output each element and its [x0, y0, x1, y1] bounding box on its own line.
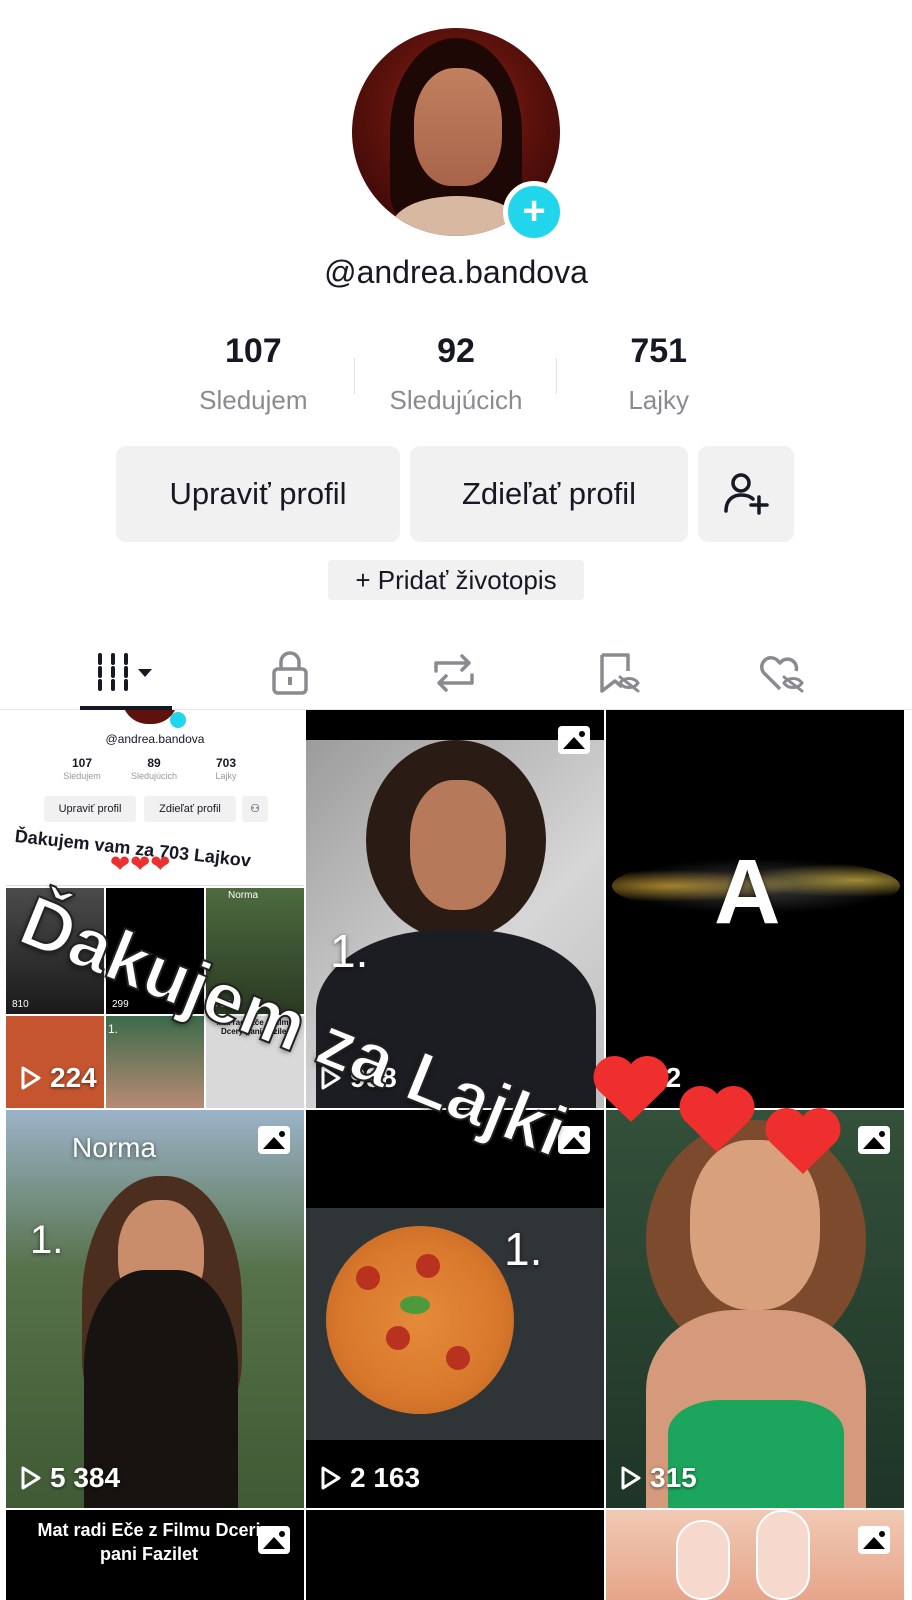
heart-icon: [679, 1085, 755, 1152]
mini-stat: 89 Sledujúcich: [118, 756, 190, 782]
play-icon: [21, 1466, 41, 1490]
video-tile-4[interactable]: Norma 1. 5 384: [6, 1110, 304, 1508]
stat-followers[interactable]: 92 Sledujúcich: [355, 332, 558, 416]
profile-username: @andrea.bandova: [324, 254, 588, 290]
photo-mode-icon: [258, 1126, 290, 1154]
lock-icon: [272, 650, 308, 695]
add-user-icon: [724, 473, 769, 515]
video-tile-7[interactable]: Mat radi Eče z Filmu Dceri pani Fazilet: [6, 1510, 304, 1600]
add-bio-button[interactable]: + Pridať životopis: [328, 560, 584, 600]
play-icon: [621, 1466, 641, 1490]
video-tile-8[interactable]: [306, 1510, 604, 1600]
mini-stat-value: 107: [71, 756, 93, 770]
play-icon: [21, 1066, 41, 1090]
tile-label: Norma: [72, 1132, 157, 1163]
pizza-shape: [326, 1226, 514, 1414]
following-label: Sledujem: [199, 385, 308, 415]
heart-icon: [765, 1107, 841, 1174]
pepperoni-icon: [356, 1266, 380, 1290]
mini-stat-label: Sledujem: [63, 771, 101, 781]
likes-count: 751: [630, 332, 688, 370]
liked-hidden-icon: [760, 655, 804, 692]
mini-stat-label: Lajky: [215, 771, 237, 781]
share-profile-button[interactable]: Zdieľať profil: [410, 446, 688, 542]
tab-liked[interactable]: [700, 636, 864, 709]
tab-videos[interactable]: [44, 636, 208, 710]
repost-icon: [434, 653, 474, 692]
tile-overlay-text: A: [714, 841, 781, 943]
add-friend-button[interactable]: [698, 446, 794, 542]
mini-thumb-overlay: 1.: [108, 1022, 119, 1036]
followers-count: 92: [437, 332, 475, 370]
stat-following[interactable]: 107 Sledujem: [152, 332, 355, 416]
nail-shape: [676, 1520, 730, 1600]
view-count-text: 5 384: [50, 1462, 121, 1493]
mini-add-user-icon: ⚇: [242, 796, 268, 822]
view-count-text: 315: [650, 1462, 697, 1493]
mini-stat: 107 Sledujem: [46, 756, 118, 782]
followers-label: Sledujúcich: [389, 385, 523, 415]
photo-mode-icon: [558, 726, 590, 754]
mini-thumb: 1.: [106, 1016, 204, 1108]
add-avatar-plus-icon[interactable]: +: [503, 181, 565, 243]
view-count: 315: [620, 1462, 697, 1494]
pepperoni-icon: [386, 1326, 410, 1350]
tile-overlay-text: 1.: [330, 925, 369, 977]
tab-favorites[interactable]: [536, 636, 700, 709]
play-icon: [321, 1466, 341, 1490]
mini-thumb-label: Norma: [228, 890, 259, 901]
video-tile-6[interactable]: 315: [606, 1110, 904, 1508]
view-count: 5 384: [20, 1462, 120, 1494]
photo-mode-icon: [258, 1526, 290, 1554]
mini-stat: 703 Lajky: [190, 756, 262, 782]
pepperoni-icon: [446, 1346, 470, 1370]
tab-reposts[interactable]: [372, 636, 536, 709]
mini-stats: 107 Sledujem 89 Sledujúcich 703 Lajky: [46, 756, 262, 782]
mini-avatar-plus-icon: [170, 712, 186, 728]
tile-caption: Mat radi Eče z Filmu Dceri pani Fazilet: [37, 1520, 261, 1564]
tile-overlay-text: 1.: [504, 1223, 543, 1275]
edit-profile-button[interactable]: Upraviť profil: [116, 446, 400, 542]
mini-username: @andrea.bandova: [105, 732, 205, 746]
heart-icon: [593, 1055, 669, 1122]
photo-mode-icon: [858, 1526, 890, 1554]
video-tile-5[interactable]: 1. 2 163: [306, 1110, 604, 1508]
tab-private[interactable]: [208, 636, 372, 709]
photo-mode-icon: [858, 1126, 890, 1154]
avatar-face: [414, 68, 502, 186]
following-count: 107: [224, 332, 282, 370]
tile-face: [410, 780, 506, 910]
mini-stat-value: 703: [215, 756, 237, 770]
favorites-hidden-icon: [600, 652, 640, 693]
view-count-text: 2 163: [350, 1462, 421, 1493]
stat-likes[interactable]: 751 Lajky: [557, 332, 760, 416]
videos-icon: [98, 652, 152, 693]
mini-share-button: Zdieľať profil: [144, 796, 236, 822]
profile-tabs: [0, 636, 912, 710]
view-count: 2 163: [320, 1462, 420, 1494]
mini-stat-value: 89: [147, 756, 161, 770]
basil-icon: [400, 1296, 430, 1314]
profile-stats: 107 Sledujem 92 Sledujúcich 751 Lajky: [152, 332, 760, 416]
video-tile-3[interactable]: A 12: [606, 710, 904, 1108]
mini-edit-button: Upraviť profil: [44, 796, 136, 822]
mini-thumb-views: 810: [12, 999, 29, 1010]
view-count: 224: [20, 1062, 97, 1094]
mini-stat-label: Sledujúcich: [130, 771, 178, 781]
tile-overlay-text: 1.: [30, 1218, 64, 1262]
nail-shape: [756, 1510, 810, 1600]
video-tile-9[interactable]: [606, 1510, 904, 1600]
view-count-text: 224: [50, 1062, 97, 1093]
pepperoni-icon: [416, 1254, 440, 1278]
likes-label: Lajky: [628, 385, 690, 415]
